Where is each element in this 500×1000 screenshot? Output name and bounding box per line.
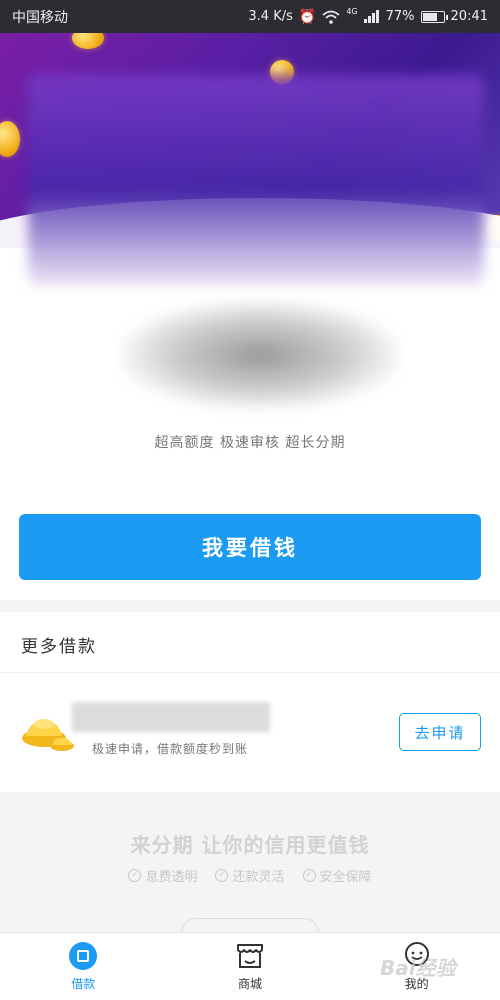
coin-decoration [72,33,104,49]
battery-icon [420,10,448,23]
check-circle-icon: ✓ [215,869,229,882]
clock-time: 20:41 [450,9,488,24]
product-description: 极速申请，借款额度秒到账 [92,742,249,756]
hero-tagline: 超高额度 极速审核 超长分期 [154,435,346,451]
baidu-watermark: Bai经验 [380,956,456,980]
promo-section [0,792,500,932]
alarm-icon: ⏰ [298,8,317,25]
more-loans-title: 更多借款 [21,637,97,657]
divider [0,672,500,673]
status-bar: 中国移动 3.4 K/s ⏰ 4G 77% 20:41 [0,0,500,33]
network-speed: 3.4 K/s [248,9,293,24]
store-icon [237,944,263,968]
promo-feature: ✓ 安全保障 [302,866,372,885]
promo-feature: ✓ 息费透明 [128,866,197,885]
check-circle-icon: ✓ [128,869,142,882]
promo-title: 来分期 让你的信用更值钱 [130,833,370,857]
loan-icon [69,942,98,970]
network-type: 4G [346,7,358,16]
borrow-money-button[interactable]: 我要借钱 [19,514,481,580]
promo-feature: ✓ 还款灵活 [215,866,285,885]
nav-label: 借款 [71,977,96,991]
blurred-banner-content [28,75,484,285]
blurred-loan-amount [120,300,400,410]
blurred-product-name [72,702,270,732]
carrier-name: 中国移动 [12,9,68,26]
nav-item-loan[interactable]: 借款 [0,933,167,1000]
nav-item-store[interactable]: 商城 [167,933,334,1000]
wifi-icon [322,10,340,24]
check-circle-icon: ✓ [302,869,316,882]
signal-icon [363,10,379,23]
gold-ingot-icon [22,719,74,751]
nav-label: 商城 [238,977,263,991]
apply-button[interactable]: 去申请 [399,713,481,751]
battery-percent: 77% [385,9,415,24]
coin-decoration [0,121,20,157]
promo-features: ✓ 息费透明 ✓ 还款灵活 ✓ 安全保障 [0,866,500,885]
